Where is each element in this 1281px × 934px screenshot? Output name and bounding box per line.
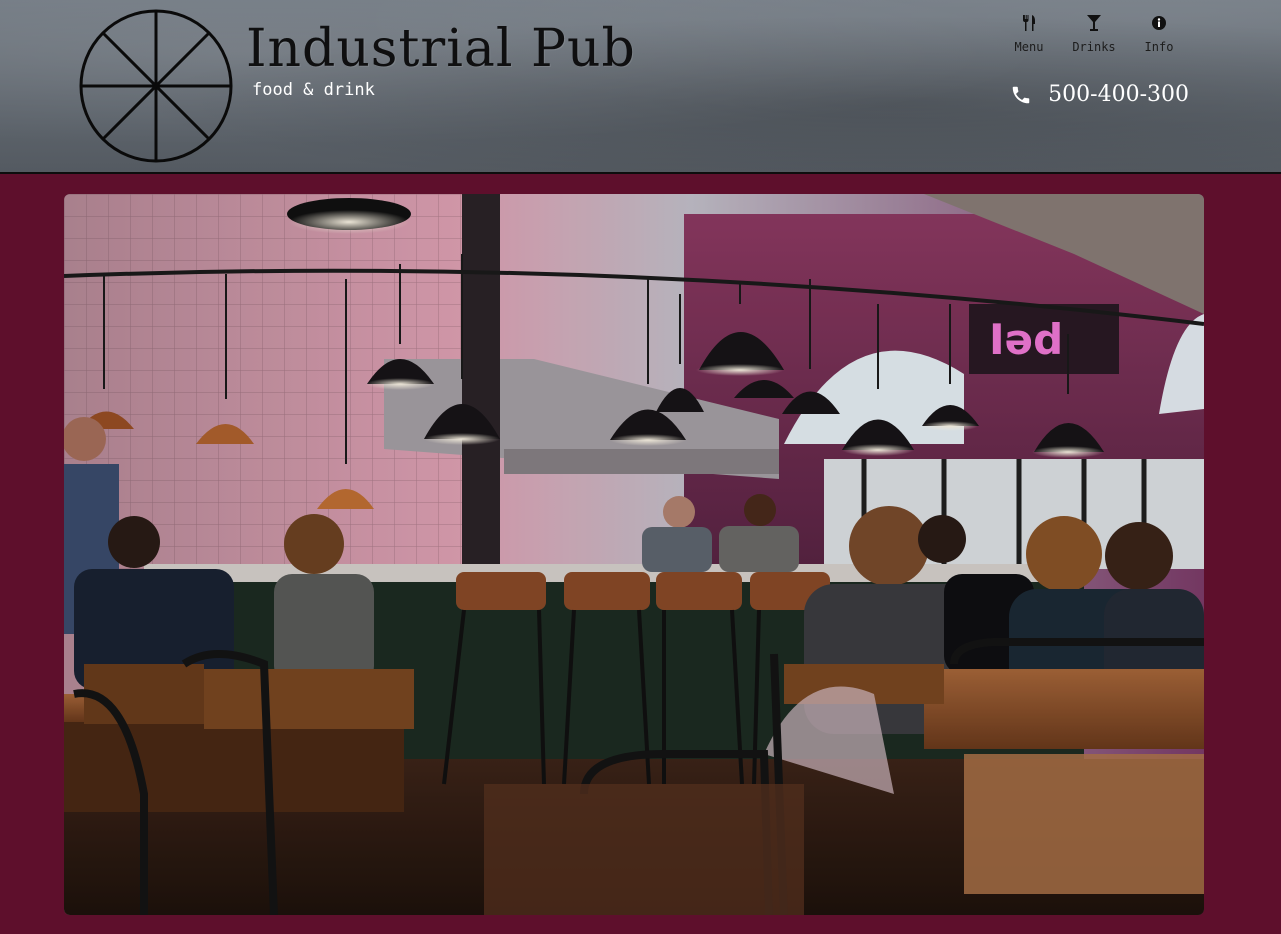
hero-image: Iǝd: [64, 194, 1204, 915]
pizza-wheel-logo[interactable]: [78, 8, 234, 164]
nav-item-menu[interactable]: Menu: [999, 14, 1059, 55]
utensils-icon: [1023, 15, 1035, 31]
nav-label-drinks: Drinks: [1072, 40, 1116, 54]
nav-item-info[interactable]: Info: [1129, 14, 1189, 55]
main-nav: Menu Drinks Info: [994, 14, 1189, 55]
phone-contact[interactable]: 500-400-300: [1010, 82, 1189, 107]
info-circle-icon: [1152, 16, 1166, 30]
phone-number[interactable]: 500-400-300: [1048, 82, 1189, 107]
site-title[interactable]: Industrial Pub: [246, 14, 636, 84]
nav-label-menu: Menu: [1014, 40, 1044, 54]
site-tagline: food & drink: [252, 80, 375, 100]
site-header: Industrial Pub food & drink Menu Drinks …: [0, 0, 1281, 174]
nav-item-drinks[interactable]: Drinks: [1064, 14, 1124, 55]
cocktail-glass-icon: [1087, 15, 1101, 31]
pub-interior-photo: Iǝd: [64, 194, 1204, 915]
phone-icon: [1012, 86, 1030, 103]
nav-label-info: Info: [1144, 40, 1174, 54]
